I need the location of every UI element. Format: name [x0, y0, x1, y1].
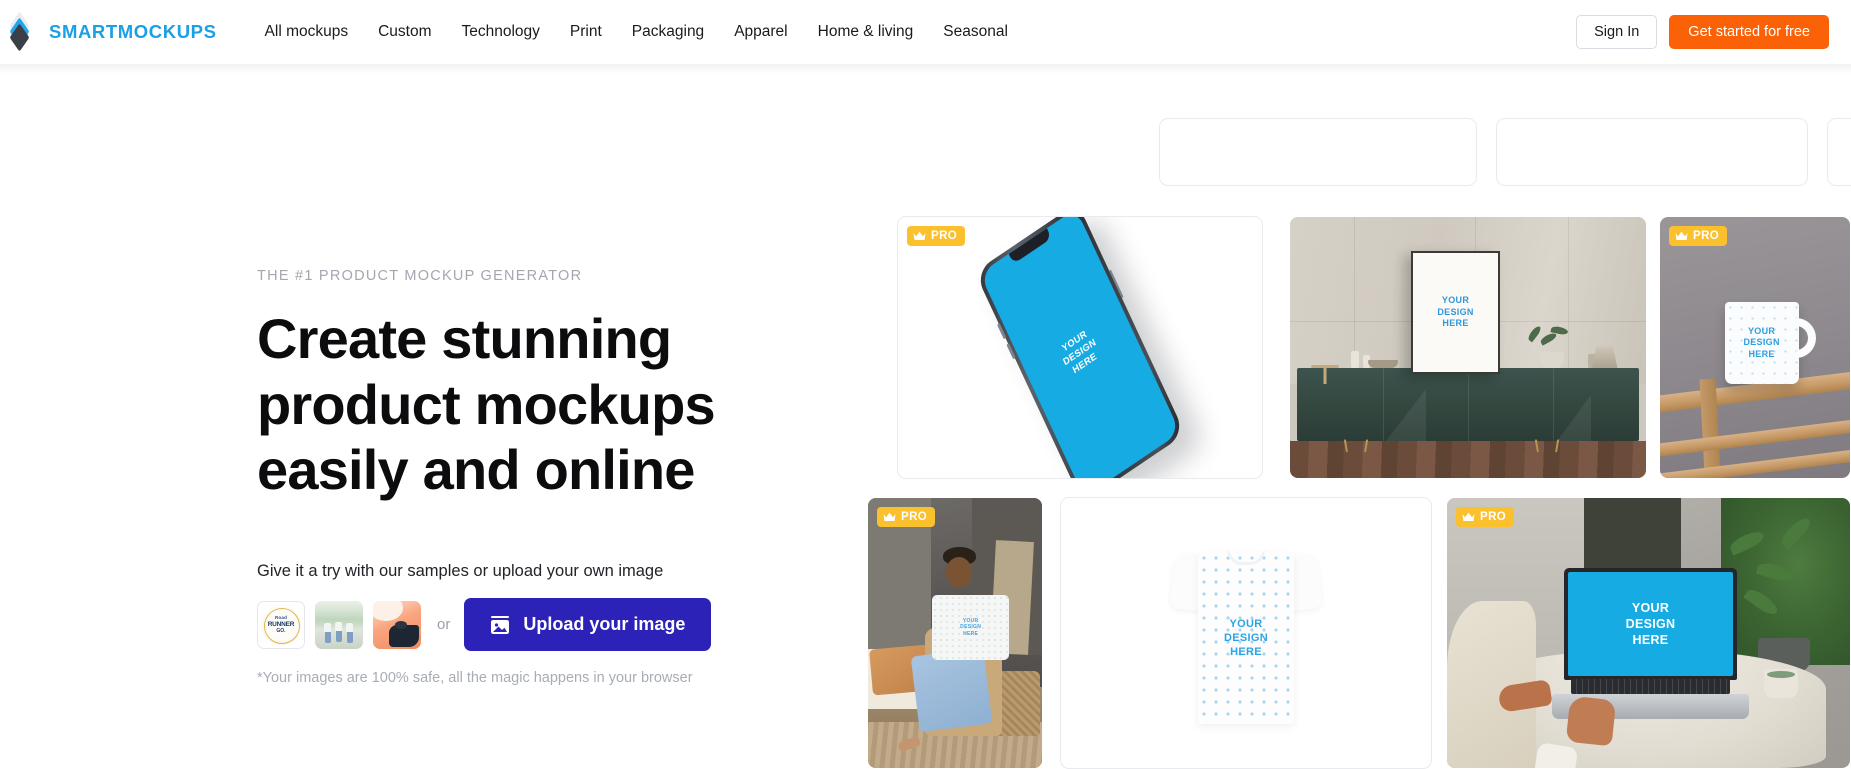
pro-badge-label: PRO — [901, 511, 928, 523]
smartphone-illustration: YOUR DESIGN HERE — [974, 217, 1186, 478]
mockup-card-mug[interactable]: YOUR DESIGN HERE PRO — [1659, 216, 1851, 479]
mockup-card-laptop[interactable]: YOUR DESIGN HERE PRO — [1446, 497, 1851, 769]
crown-icon — [1462, 512, 1475, 522]
pro-badge: PRO — [907, 226, 966, 246]
mockup-card-tshirt-flat[interactable]: YOUR DESIGN HERE — [1060, 497, 1432, 769]
nav-item-custom[interactable]: Custom — [363, 15, 446, 49]
pro-badge-label: PRO — [1693, 230, 1720, 242]
pro-badge: PRO — [1456, 507, 1515, 527]
design-placeholder-text: YOUR DESIGN HERE — [1437, 295, 1474, 329]
nav-item-technology[interactable]: Technology — [447, 15, 555, 49]
mockup-card-phone[interactable]: PRO YOUR DESIGN HERE — [897, 216, 1263, 479]
tshirt-illustration: YOUR DESIGN HERE — [1169, 542, 1323, 724]
pro-badge: PRO — [877, 507, 936, 527]
mockup-card-placeholder-3[interactable] — [1827, 118, 1851, 186]
sign-in-button[interactable]: Sign In — [1576, 15, 1658, 49]
mockup-card-placeholder-2[interactable] — [1496, 118, 1808, 186]
mockup-gallery: PRO YOUR DESIGN HERE YOUR DESIGN HERE YO… — [0, 0, 1851, 769]
mockup-card-interior-poster[interactable]: YOUR DESIGN HERE — [1289, 216, 1647, 479]
nav-item-packaging[interactable]: Packaging — [617, 15, 719, 49]
main-navigation: All mockups Custom Technology Print Pack… — [250, 15, 1023, 49]
nav-item-all-mockups[interactable]: All mockups — [250, 15, 364, 49]
site-header: SMARTMOCKUPS All mockups Custom Technolo… — [0, 0, 1851, 74]
mockup-card-placeholder-1[interactable] — [1159, 118, 1477, 186]
nav-item-apparel[interactable]: Apparel — [719, 15, 802, 49]
laptop-scene-illustration: YOUR DESIGN HERE — [1447, 498, 1850, 768]
design-placeholder-text: YOUR DESIGN HERE — [960, 618, 982, 637]
get-started-button[interactable]: Get started for free — [1669, 15, 1829, 49]
design-placeholder-text: YOUR DESIGN HERE — [1224, 617, 1268, 659]
pro-badge: PRO — [1669, 226, 1728, 246]
coffee-mug: YOUR DESIGN HERE — [1724, 302, 1816, 385]
brand-logo[interactable]: SMARTMOCKUPS — [7, 11, 217, 52]
crown-icon — [1675, 231, 1688, 241]
nav-item-home-living[interactable]: Home & living — [803, 15, 929, 49]
nav-item-seasonal[interactable]: Seasonal — [928, 15, 1023, 49]
stacked-layers-icon — [7, 11, 37, 52]
mug-scene-illustration: YOUR DESIGN HERE — [1660, 217, 1850, 478]
laptop: YOUR DESIGN HERE — [1551, 568, 1750, 720]
crown-icon — [883, 512, 896, 522]
interior-scene-illustration: YOUR DESIGN HERE — [1290, 217, 1646, 478]
pro-badge-label: PRO — [1480, 511, 1507, 523]
poster-frame: YOUR DESIGN HERE — [1411, 250, 1501, 374]
pro-badge-label: PRO — [931, 230, 958, 242]
brand-name: SMARTMOCKUPS — [49, 21, 217, 42]
design-placeholder-text: YOUR DESIGN HERE — [1625, 601, 1676, 648]
crown-icon — [913, 231, 926, 241]
design-placeholder-text: YOUR DESIGN HERE — [1060, 327, 1099, 377]
person-scene-illustration: YOUR DESIGN HERE — [868, 498, 1042, 768]
nav-item-print[interactable]: Print — [555, 15, 617, 49]
header-actions: Sign In Get started for free — [1576, 15, 1829, 49]
mockup-card-person-tshirt[interactable]: YOUR DESIGN HERE PRO — [867, 497, 1043, 769]
worn-tshirt: YOUR DESIGN HERE — [932, 595, 1009, 660]
design-placeholder-text: YOUR DESIGN HERE — [1743, 325, 1780, 359]
